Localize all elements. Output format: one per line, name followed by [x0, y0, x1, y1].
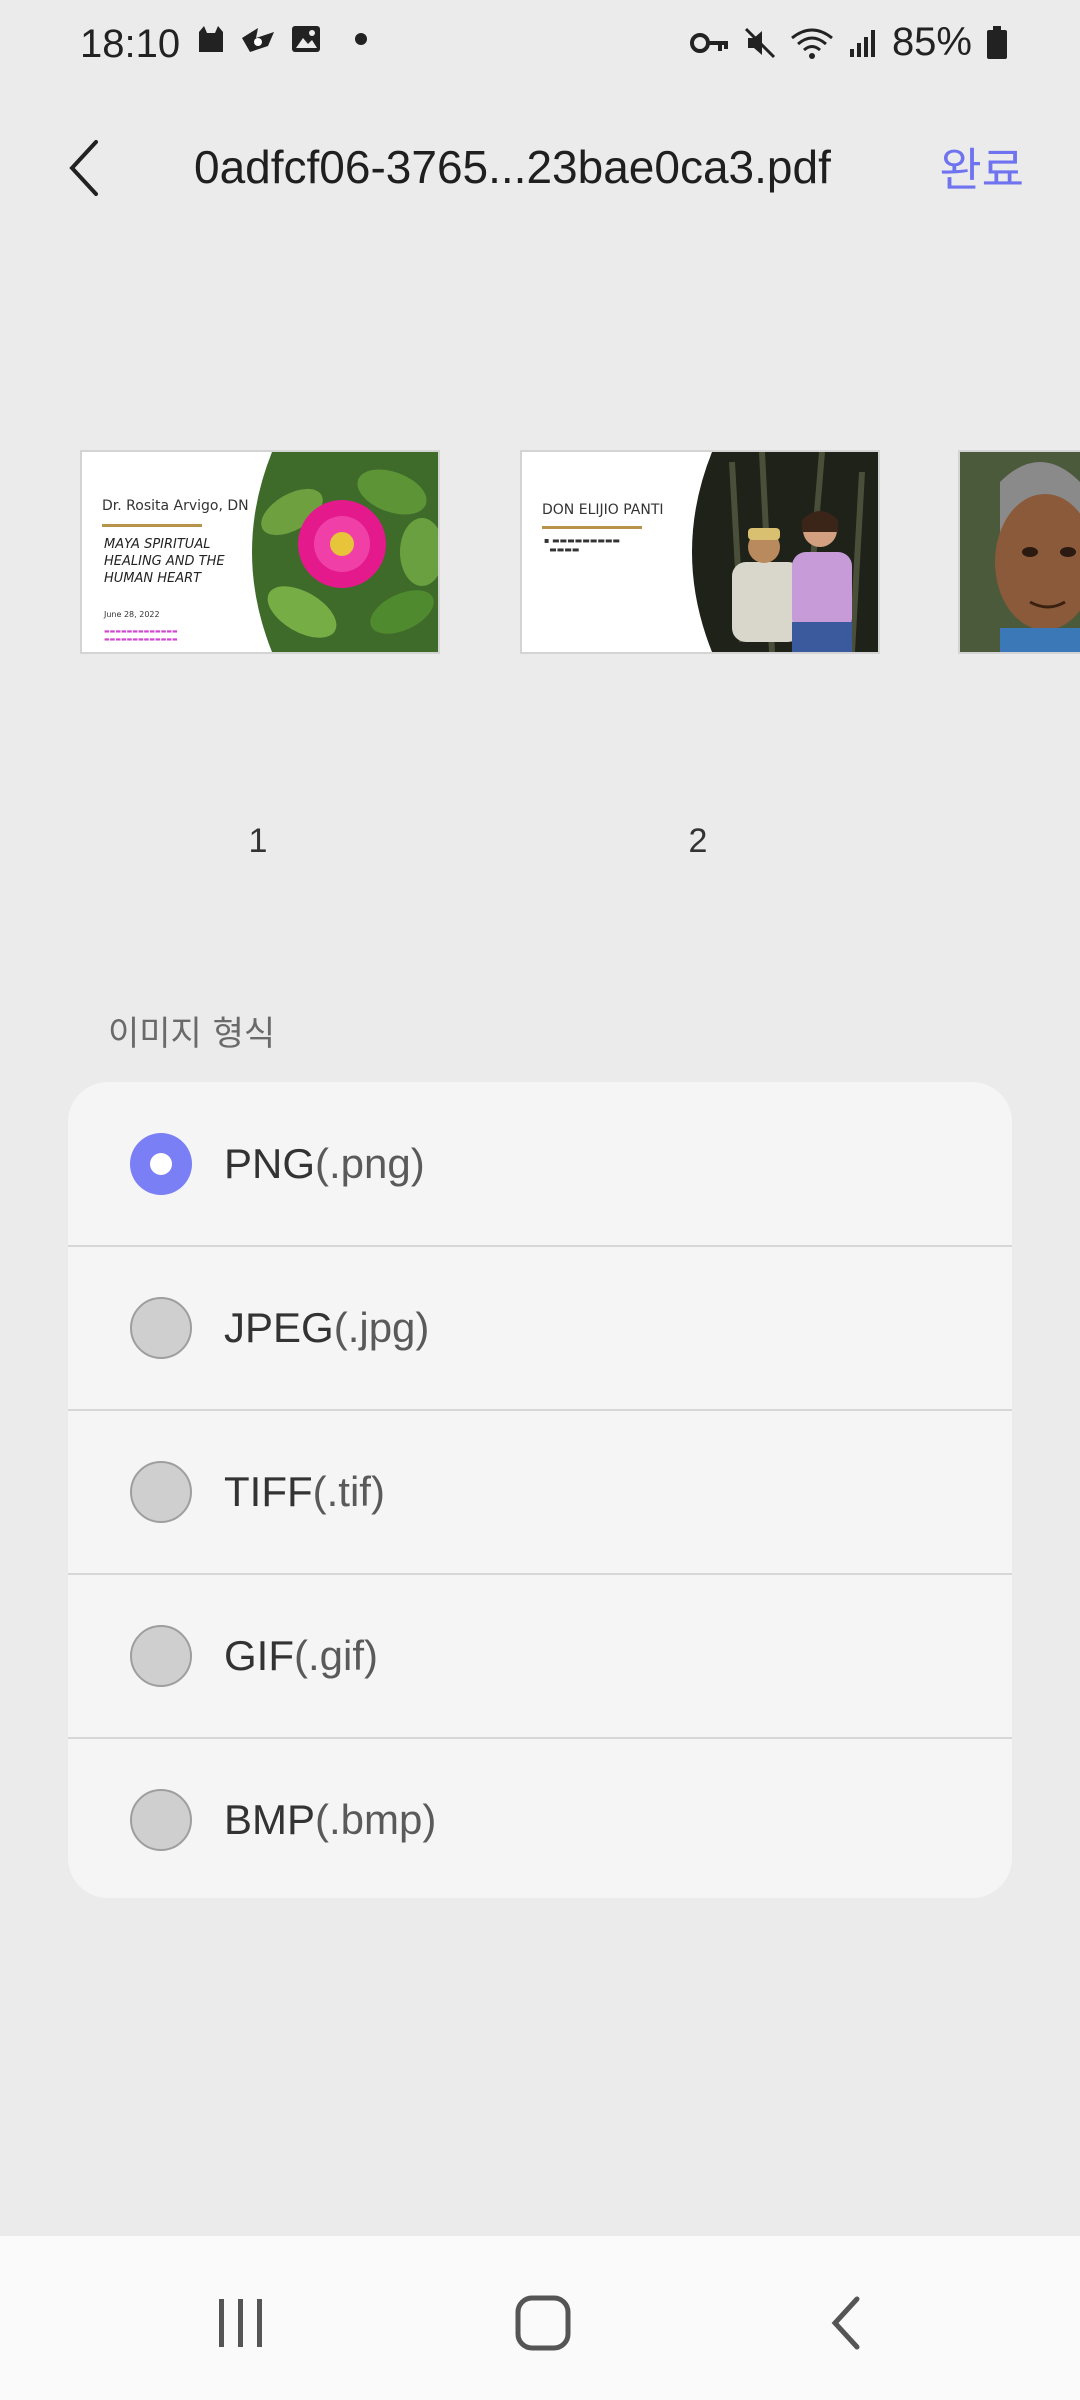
- format-option-tiff[interactable]: TIFF(.tif): [68, 1410, 1012, 1573]
- back-icon: [825, 2293, 865, 2353]
- page-preview[interactable]: Dr. Rosita Arvigo, DN MAYA SPIRITUAL HEA…: [80, 450, 440, 654]
- back-button[interactable]: [44, 128, 124, 208]
- format-name: TIFF: [224, 1467, 313, 1515]
- format-option-png[interactable]: PNG(.png): [68, 1082, 1012, 1245]
- format-option-label: GIF(.gif): [224, 1632, 378, 1680]
- mute-icon: [744, 27, 776, 59]
- page-thumbnails[interactable]: Dr. Rosita Arvigo, DN MAYA SPIRITUAL HEA…: [0, 450, 1080, 870]
- page-preview[interactable]: [958, 450, 1080, 654]
- format-name: GIF: [224, 1631, 294, 1679]
- slide-title: Dr. Rosita Arvigo, DN: [102, 498, 249, 514]
- format-name: PNG: [224, 1139, 316, 1187]
- page-number: 2: [688, 822, 708, 860]
- recents-button[interactable]: [196, 2288, 286, 2358]
- slide-divider: [102, 524, 202, 527]
- slide-date: June 28, 2022: [104, 610, 160, 619]
- battery-icon: [986, 25, 1008, 60]
- image-format-options: PNG(.png) JPEG(.jpg) TIFF(.tif) GIF(.gif…: [68, 1082, 1012, 1898]
- format-ext: (.png): [315, 1139, 425, 1187]
- slide-title: DON ELIJIO PANTI: [542, 502, 664, 518]
- status-right-icons: 85%: [689, 20, 1008, 65]
- format-option-gif[interactable]: GIF(.gif): [68, 1574, 1012, 1737]
- radio-selected-icon[interactable]: [130, 1132, 192, 1195]
- format-ext: (.tif): [312, 1467, 385, 1515]
- home-icon: [513, 2293, 573, 2353]
- back-arrow-icon: [64, 138, 104, 198]
- format-ext: (.bmp): [315, 1795, 437, 1843]
- format-option-label: PNG(.png): [224, 1140, 425, 1188]
- dot-icon: [354, 32, 368, 46]
- battery-percent: 85%: [891, 20, 972, 64]
- radio-unselected-icon[interactable]: [130, 1460, 192, 1523]
- bird-icon: [240, 24, 276, 54]
- radio-unselected-icon[interactable]: [130, 1788, 192, 1851]
- format-option-jpeg[interactable]: JPEG(.jpg): [68, 1246, 1012, 1409]
- radio-unselected-icon[interactable]: [130, 1624, 192, 1687]
- format-option-bmp[interactable]: BMP(.bmp): [68, 1738, 1012, 1898]
- image-format-label: 이미지 형식: [108, 1014, 276, 1054]
- format-option-label: BMP(.bmp): [224, 1796, 436, 1844]
- navigation-bar: [0, 2236, 1080, 2400]
- format-option-label: TIFF(.tif): [224, 1468, 385, 1516]
- format-ext: (.gif): [294, 1631, 378, 1679]
- status-time: 18:10: [80, 22, 181, 66]
- wifi-icon: [790, 26, 834, 60]
- slide-bullet-text: ▪ ▬▬▬▬▬▬▬▬▬ ▬▬▬▬: [544, 536, 620, 554]
- format-option-label: JPEG(.jpg): [224, 1304, 429, 1352]
- elders-photo: [692, 452, 878, 652]
- file-title: 0adfcf06-3765...23bae0ca3.pdf: [194, 141, 831, 193]
- rose-photo: [252, 452, 438, 652]
- image-icon: [290, 24, 322, 54]
- slide-divider: [542, 526, 642, 529]
- app-header: 0adfcf06-3765...23bae0ca3.pdf 완료: [0, 110, 1080, 230]
- signal-icon: [848, 27, 878, 59]
- format-name: JPEG: [224, 1303, 334, 1351]
- page-number: 1: [248, 822, 268, 860]
- status-left-icons: [196, 24, 368, 54]
- format-name: BMP: [224, 1795, 316, 1843]
- format-ext: (.jpg): [333, 1303, 430, 1351]
- page-preview[interactable]: DON ELIJIO PANTI ▪ ▬▬▬▬▬▬▬▬▬ ▬▬▬▬: [520, 450, 880, 654]
- nav-back-button[interactable]: [800, 2288, 890, 2358]
- cat-icon: [196, 24, 226, 54]
- recents-icon: [211, 2295, 271, 2351]
- home-button[interactable]: [498, 2288, 588, 2358]
- done-button[interactable]: 완료: [939, 134, 1024, 200]
- radio-unselected-icon[interactable]: [130, 1296, 192, 1359]
- portrait-photo: [960, 452, 1080, 652]
- status-bar: 18:10 85%: [0, 0, 1080, 90]
- vpn-key-icon: [689, 30, 730, 56]
